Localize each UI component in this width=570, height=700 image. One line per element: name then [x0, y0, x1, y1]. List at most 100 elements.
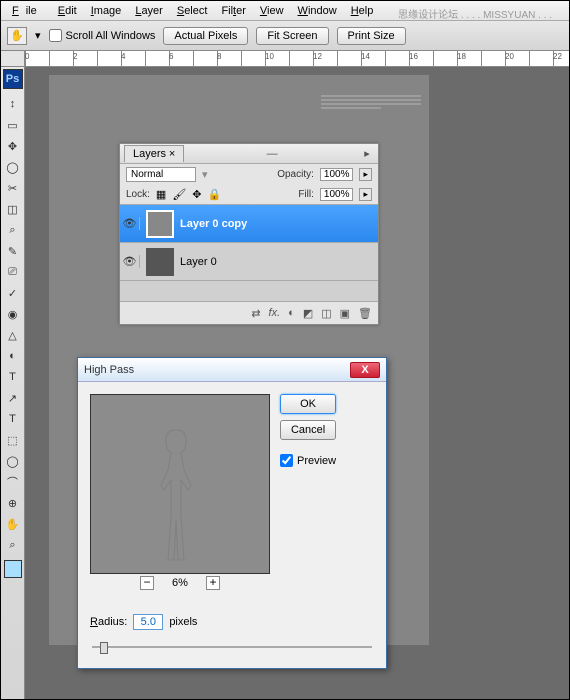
layers-panel[interactable]: Layers × — ▸ Normal ▾ Opacity: 100% ▸ Lo… [119, 143, 379, 325]
panel-minimize-icon[interactable]: — [265, 148, 279, 160]
eyedropper-tool[interactable]: ⊕ [3, 493, 23, 513]
type-tool[interactable]: T [3, 409, 23, 429]
zoom-level: 6% [172, 577, 188, 589]
layers-footer: ⇄ fx. ◐ ◩ ◫ ▣ 🗑 [120, 302, 378, 324]
ok-button[interactable]: OK [280, 394, 336, 414]
fill-input[interactable]: 100% [320, 188, 354, 201]
fit-screen-button[interactable]: Fit Screen [256, 27, 328, 45]
hand-tool[interactable]: ✋ [3, 514, 23, 534]
wand-tool[interactable]: ◯ [3, 157, 23, 177]
opacity-arrow-icon[interactable]: ▸ [359, 168, 372, 181]
group-icon[interactable]: ◫ [321, 307, 331, 320]
layer-name[interactable]: Layer 0 [180, 256, 217, 268]
blur-tool[interactable]: ◐ [3, 346, 23, 366]
pen-tool[interactable]: ↗ [3, 388, 23, 408]
new-layer-icon[interactable]: ▣ [340, 307, 350, 320]
horizontal-ruler: 0 2 4 6 8 10 12 14 16 18 20 22 [1, 51, 569, 67]
panel-menu-icon[interactable]: ▸ [360, 147, 374, 160]
dropdown-arrow-icon[interactable]: ▾ [35, 29, 41, 42]
slider-thumb[interactable] [100, 642, 108, 654]
tab-close-icon[interactable]: × [169, 148, 175, 160]
tool-palette: Ps ↕ ▭ ✥ ◯ ✂ ◫ ⌕ ✎ ⎚ ✓ ◉ △ ◐ T ↗ T ⬚ ◯ ⌒… [1, 67, 25, 699]
layers-panel-header[interactable]: Layers × — ▸ [120, 144, 378, 164]
menu-file[interactable]: File [5, 3, 51, 19]
layer-name[interactable]: Layer 0 copy [180, 218, 247, 230]
menu-view[interactable]: View [253, 3, 291, 19]
menu-filter[interactable]: Filter [214, 3, 252, 19]
eraser-tool[interactable]: ◉ [3, 304, 23, 324]
opacity-input[interactable]: 100% [320, 168, 354, 181]
foreground-swatch[interactable] [4, 560, 22, 578]
slice-tool[interactable]: ◫ [3, 199, 23, 219]
blend-mode-select[interactable]: Normal [126, 167, 196, 182]
radius-unit: pixels [169, 616, 197, 628]
fill-label: Fill: [298, 189, 314, 200]
lock-move-icon[interactable]: ✥ [192, 188, 201, 201]
layers-tab[interactable]: Layers × [124, 145, 184, 162]
layer-thumbnail[interactable] [146, 248, 174, 276]
cancel-button[interactable]: Cancel [280, 420, 336, 440]
slider-track [92, 646, 372, 648]
layer-thumbnail[interactable] [146, 210, 174, 238]
dodge-tool[interactable]: T [3, 367, 23, 387]
print-size-button[interactable]: Print Size [337, 27, 406, 45]
gradient-tool[interactable]: △ [3, 325, 23, 345]
layer-style-icon[interactable]: fx. [269, 307, 281, 319]
lock-paint-icon[interactable]: 🖌 [172, 188, 186, 201]
watermark: 思缘设计论坛 . . . . MISSYUAN . . . [391, 4, 559, 23]
lock-row: Lock: ▦ 🖌 ✥ 🔒 Fill: 100% ▸ [120, 185, 378, 204]
dialog-titlebar[interactable]: High Pass X [78, 358, 386, 382]
dialog-body: − 6% + OK Cancel Preview [78, 382, 386, 610]
actual-pixels-button[interactable]: Actual Pixels [163, 27, 248, 45]
menu-select[interactable]: Select [170, 3, 215, 19]
preview-checkbox[interactable]: Preview [280, 454, 336, 467]
radius-input[interactable]: 5.0 [133, 614, 163, 630]
zoom-out-button[interactable]: − [140, 576, 154, 590]
fill-arrow-icon[interactable]: ▸ [359, 188, 372, 201]
menu-image[interactable]: Image [84, 3, 129, 19]
notes-tool[interactable]: ⌒ [3, 472, 23, 492]
stamp-tool[interactable]: ⎚ [3, 262, 23, 282]
menu-edit[interactable]: Edit [51, 3, 84, 19]
crop-tool[interactable]: ✂ [3, 178, 23, 198]
lasso-tool[interactable]: ✥ [3, 136, 23, 156]
move-tool[interactable]: ↕ [3, 94, 23, 114]
shape-tool[interactable]: ◯ [3, 451, 23, 471]
history-brush-tool[interactable]: ✓ [3, 283, 23, 303]
dialog-buttons: OK Cancel Preview [280, 394, 336, 598]
hand-tool-icon[interactable]: ✋ [7, 27, 27, 45]
high-pass-dialog[interactable]: High Pass X − 6% + OK Cancel Preview [77, 357, 387, 669]
delete-layer-icon[interactable]: 🗑 [358, 307, 372, 320]
opacity-label: Opacity: [277, 169, 314, 180]
menu-bar: File Edit Image Layer Select Filter View… [1, 1, 569, 21]
lock-transparent-icon[interactable]: ▦ [156, 188, 166, 201]
dialog-title: High Pass [84, 364, 350, 376]
ruler-ticks: 0 2 4 6 8 10 12 14 16 18 20 22 [25, 51, 569, 66]
menu-layer[interactable]: Layer [128, 3, 170, 19]
adjustment-layer-icon[interactable]: ◩ [303, 307, 313, 320]
layer-mask-icon[interactable]: ◐ [288, 307, 295, 319]
link-layers-icon[interactable]: ⇄ [251, 307, 260, 320]
zoom-in-button[interactable]: + [206, 576, 220, 590]
layer-row[interactable]: 👁 Layer 0 copy [120, 205, 378, 243]
filter-preview[interactable] [90, 394, 270, 574]
zoom-controls: − 6% + [90, 574, 270, 598]
scroll-all-windows-checkbox[interactable]: Scroll All Windows [49, 29, 156, 42]
healing-tool[interactable]: ⌕ [3, 220, 23, 240]
path-tool[interactable]: ⬚ [3, 430, 23, 450]
layer-row[interactable]: 👁 Layer 0 [120, 243, 378, 281]
marquee-tool[interactable]: ▭ [3, 115, 23, 135]
visibility-icon[interactable]: 👁 [120, 255, 140, 268]
radius-row: Radius: 5.0 pixels [78, 610, 386, 634]
blend-row: Normal ▾ Opacity: 100% ▸ [120, 164, 378, 185]
zoom-tool[interactable]: ⌕ [3, 535, 23, 555]
visibility-icon[interactable]: 👁 [120, 217, 140, 230]
lock-all-icon[interactable]: 🔒 [208, 188, 222, 201]
radius-label: Radius: [90, 616, 127, 628]
menu-window[interactable]: Window [291, 3, 344, 19]
close-icon[interactable]: X [350, 362, 380, 378]
brush-tool[interactable]: ✎ [3, 241, 23, 261]
layers-list: 👁 Layer 0 copy 👁 Layer 0 [120, 204, 378, 302]
radius-slider[interactable] [92, 640, 372, 654]
menu-help[interactable]: Help [344, 3, 381, 19]
